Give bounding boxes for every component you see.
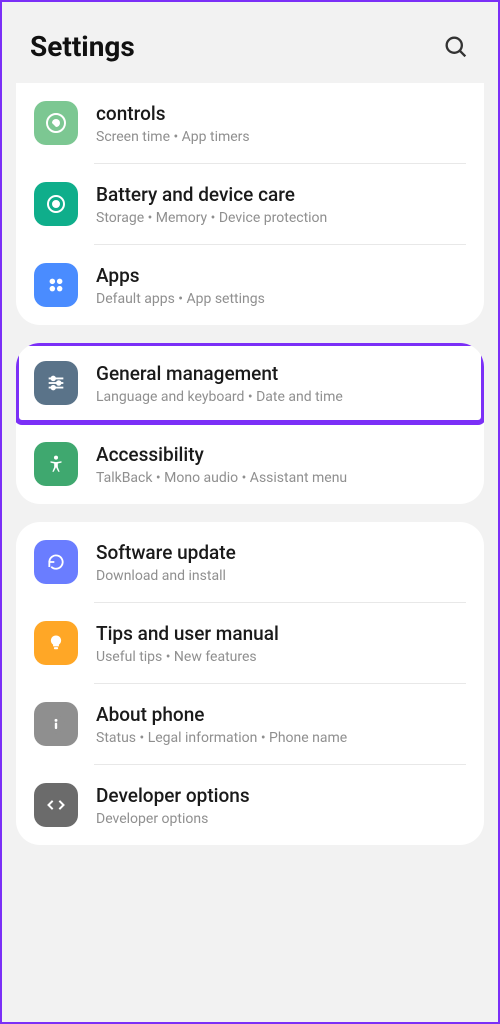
row-sub: Download and install bbox=[96, 568, 466, 584]
settings-group: controls Screen time • App timers Batter… bbox=[16, 83, 484, 325]
row-text: Developer options Developer options bbox=[96, 784, 466, 827]
settings-row-software-update[interactable]: Software update Download and install bbox=[16, 522, 484, 602]
row-sub: Language and keyboard • Date and time bbox=[96, 389, 466, 405]
row-text: controls Screen time • App timers bbox=[96, 102, 466, 145]
row-text: Tips and user manual Useful tips • New f… bbox=[96, 622, 466, 665]
row-sub: Status • Legal information • Phone name bbox=[96, 730, 466, 746]
row-title: Battery and device care bbox=[96, 183, 466, 206]
row-title: Accessibility bbox=[96, 443, 466, 466]
apps-icon bbox=[34, 263, 78, 307]
row-title: Tips and user manual bbox=[96, 622, 466, 645]
lightbulb-icon bbox=[34, 621, 78, 665]
settings-row-accessibility[interactable]: Accessibility TalkBack • Mono audio • As… bbox=[16, 424, 484, 504]
settings-row-about[interactable]: About phone Status • Legal information •… bbox=[16, 684, 484, 764]
row-text: Accessibility TalkBack • Mono audio • As… bbox=[96, 443, 466, 486]
settings-row-developer[interactable]: Developer options Developer options bbox=[16, 765, 484, 845]
settings-group: Software update Download and install Tip… bbox=[16, 522, 484, 845]
search-button[interactable] bbox=[442, 33, 470, 61]
row-title: controls bbox=[96, 102, 466, 125]
row-title: Software update bbox=[96, 541, 466, 564]
row-text: About phone Status • Legal information •… bbox=[96, 703, 466, 746]
info-icon bbox=[34, 702, 78, 746]
row-sub: Developer options bbox=[96, 811, 466, 827]
wellbeing-icon bbox=[34, 101, 78, 145]
settings-row-controls[interactable]: controls Screen time • App timers bbox=[16, 83, 484, 163]
search-icon bbox=[442, 33, 470, 61]
battery-care-icon bbox=[34, 182, 78, 226]
settings-group: General management Language and keyboard… bbox=[16, 343, 484, 504]
row-title: Apps bbox=[96, 264, 466, 287]
row-sub: Useful tips • New features bbox=[96, 649, 466, 665]
row-sub: Storage • Memory • Device protection bbox=[96, 210, 466, 226]
row-text: General management Language and keyboard… bbox=[96, 362, 466, 405]
row-text: Battery and device care Storage • Memory… bbox=[96, 183, 466, 226]
update-icon bbox=[34, 540, 78, 584]
row-title: About phone bbox=[96, 703, 466, 726]
row-sub: Default apps • App settings bbox=[96, 291, 466, 307]
developer-icon bbox=[34, 783, 78, 827]
row-title: General management bbox=[96, 362, 466, 385]
row-text: Apps Default apps • App settings bbox=[96, 264, 466, 307]
settings-row-tips[interactable]: Tips and user manual Useful tips • New f… bbox=[16, 603, 484, 683]
row-sub: TalkBack • Mono audio • Assistant menu bbox=[96, 470, 466, 486]
row-text: Software update Download and install bbox=[96, 541, 466, 584]
row-sub: Screen time • App timers bbox=[96, 129, 466, 145]
settings-row-apps[interactable]: Apps Default apps • App settings bbox=[16, 245, 484, 325]
row-title: Developer options bbox=[96, 784, 466, 807]
settings-header: Settings bbox=[2, 2, 498, 83]
accessibility-icon bbox=[34, 442, 78, 486]
settings-row-battery[interactable]: Battery and device care Storage • Memory… bbox=[16, 164, 484, 244]
sliders-icon bbox=[34, 361, 78, 405]
page-title: Settings bbox=[30, 30, 135, 63]
settings-row-general-management[interactable]: General management Language and keyboard… bbox=[16, 343, 484, 423]
